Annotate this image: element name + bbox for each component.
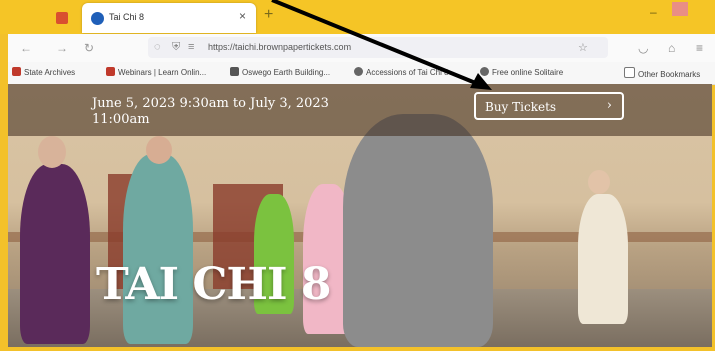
arrow-annotation-icon <box>271 0 492 90</box>
